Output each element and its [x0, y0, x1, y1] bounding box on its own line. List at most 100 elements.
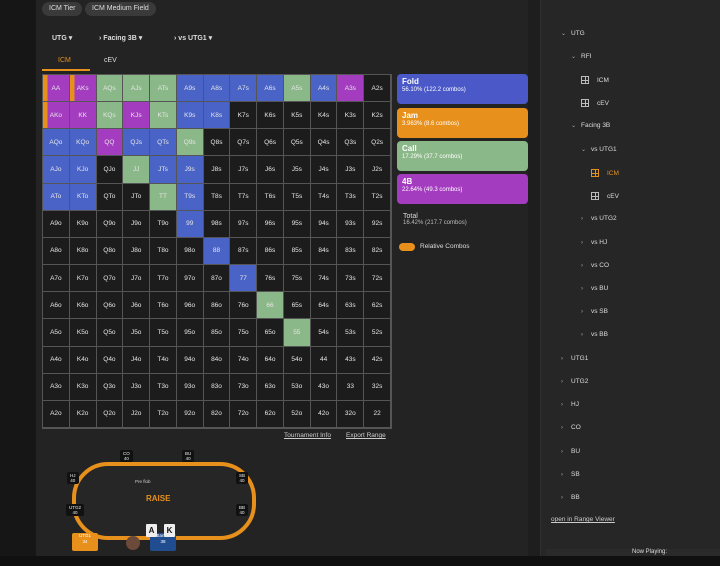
hand-cell[interactable]: T4o [150, 346, 177, 374]
hand-cell[interactable]: T2o [150, 400, 177, 428]
hand-cell[interactable]: 95o [176, 319, 204, 347]
hand-cell[interactable]: 72o [230, 400, 258, 428]
tree-item[interactable]: › BB [561, 494, 580, 501]
hand-cell[interactable]: TT [150, 183, 177, 211]
hand-cell[interactable]: J7s [230, 156, 258, 184]
hand-cell[interactable]: JTs [150, 156, 177, 184]
hand-cell[interactable]: K2s [364, 102, 391, 130]
hand-cell[interactable]: JTo [123, 183, 151, 211]
scenario-dropdown[interactable]: › Facing 3B ▾ [99, 34, 142, 42]
hand-cell[interactable]: T5s [283, 183, 311, 211]
hand-cell[interactable]: T4s [310, 183, 338, 211]
hand-cell[interactable]: 44 [310, 346, 338, 374]
tree-item[interactable]: › BU [561, 448, 580, 455]
hand-cell[interactable]: Q3s [337, 129, 365, 157]
hand-cell[interactable]: A3s [337, 75, 365, 103]
hand-cell[interactable]: T5o [150, 319, 177, 347]
hand-cell[interactable]: AA [43, 75, 70, 103]
tree-item[interactable]: › vs CO [581, 262, 609, 269]
hand-cell[interactable]: 85s [283, 237, 311, 266]
hand-cell[interactable]: 98s [203, 210, 231, 238]
hand-cell[interactable]: 86s [257, 237, 284, 266]
hand-cell[interactable]: AKo [43, 102, 70, 130]
hand-cell[interactable]: Q8s [203, 129, 231, 157]
hand-cell[interactable]: J2s [364, 156, 391, 184]
hand-cell[interactable]: AQo [43, 129, 70, 157]
hand-cell[interactable]: T3s [337, 183, 365, 211]
hand-cell[interactable]: J3o [123, 373, 151, 401]
hand-cell[interactable]: T7o [150, 265, 177, 293]
hand-cell[interactable]: 65s [283, 292, 311, 320]
hand-cell[interactable]: 86o [203, 292, 231, 320]
hand-cell[interactable]: K8o [69, 237, 97, 266]
hand-cell[interactable]: 52s [364, 319, 391, 347]
hand-cell[interactable]: Q5o [96, 319, 124, 347]
hand-cell[interactable]: K8s [203, 102, 231, 130]
hand-cell[interactable]: A9s [176, 75, 204, 103]
hand-cell[interactable]: K2o [69, 400, 97, 428]
hand-cell[interactable]: 76o [230, 292, 258, 320]
hand-cell[interactable]: 94o [176, 346, 204, 374]
hand-cell[interactable]: 43s [337, 346, 365, 374]
icm-tier-chip[interactable]: ICM Tier [42, 2, 83, 16]
tree-item[interactable]: › UTG1 [561, 355, 588, 362]
hand-cell[interactable]: JJ [123, 156, 151, 184]
export-range-link[interactable]: Export Range [346, 432, 386, 439]
hand-cell[interactable]: 75o [230, 319, 258, 347]
hand-cell[interactable]: T7s [230, 183, 258, 211]
hand-cell[interactable]: Q6o [96, 292, 124, 320]
hand-cell[interactable]: A8o [43, 237, 70, 266]
hand-cell[interactable]: QJs [123, 129, 151, 157]
tree-item[interactable]: ICM [591, 169, 619, 177]
hand-cell[interactable]: AJs [123, 75, 151, 103]
hand-cell[interactable]: 98o [176, 237, 204, 266]
hand-cell[interactable]: 87s [230, 237, 258, 266]
hand-cell[interactable]: 53s [337, 319, 365, 347]
hand-cell[interactable]: A9o [43, 210, 70, 238]
hand-cell[interactable]: J4o [123, 346, 151, 374]
tree-item[interactable]: ⌄ RFI [571, 53, 591, 60]
hand-cell[interactable]: Q4o [96, 346, 124, 374]
hand-cell[interactable]: 33 [337, 373, 365, 401]
tree-item[interactable]: › vs SB [581, 308, 608, 315]
hand-cell[interactable]: 95s [283, 210, 311, 238]
hand-cell[interactable]: 73o [230, 373, 258, 401]
hand-cell[interactable]: KQs [96, 102, 124, 130]
hand-cell[interactable]: T3o [150, 373, 177, 401]
hand-cell[interactable]: KTs [150, 102, 177, 130]
hand-cell[interactable]: QQ [96, 129, 124, 157]
hand-cell[interactable]: A2s [364, 75, 391, 103]
hand-cell[interactable]: J6o [123, 292, 151, 320]
hand-cell[interactable]: Q8o [96, 237, 124, 266]
hand-cell[interactable]: 52o [283, 400, 311, 428]
hand-cell[interactable]: K4s [310, 102, 338, 130]
hand-cell[interactable]: 92s [364, 210, 391, 238]
hand-cell[interactable]: Q7s [230, 129, 258, 157]
tree-item[interactable]: ⌄ Facing 3B [571, 122, 610, 129]
hand-cell[interactable]: Q6s [257, 129, 284, 157]
hand-cell[interactable]: J5o [123, 319, 151, 347]
tree-item[interactable]: › vs BU [581, 285, 608, 292]
hand-cell[interactable]: A4s [310, 75, 338, 103]
hand-cell[interactable]: T6o [150, 292, 177, 320]
hand-cell[interactable]: K5o [69, 319, 97, 347]
hand-cell[interactable]: A5s [283, 75, 311, 103]
hand-cell[interactable]: K4o [69, 346, 97, 374]
hand-cell[interactable]: 63o [257, 373, 284, 401]
tree-item[interactable]: › vs UTG2 [581, 215, 617, 222]
hand-cell[interactable]: A3o [43, 373, 70, 401]
tree-item[interactable]: › CO [561, 424, 581, 431]
hand-cell[interactable]: Q3o [96, 373, 124, 401]
hand-cell[interactable]: 62o [257, 400, 284, 428]
hand-cell[interactable]: 32o [337, 400, 365, 428]
hand-cell[interactable]: 96o [176, 292, 204, 320]
tab-cev[interactable]: cEV [104, 57, 117, 64]
hand-cell[interactable]: QTo [96, 183, 124, 211]
hand-cell[interactable]: ATs [150, 75, 177, 103]
hand-cell[interactable]: A7s [230, 75, 258, 103]
hand-cell[interactable]: KK [69, 102, 97, 130]
hand-cell[interactable]: 82o [203, 400, 231, 428]
hand-cell[interactable]: 54s [310, 319, 338, 347]
hand-cell[interactable]: Q5s [283, 129, 311, 157]
hand-cell[interactable]: 97s [230, 210, 258, 238]
